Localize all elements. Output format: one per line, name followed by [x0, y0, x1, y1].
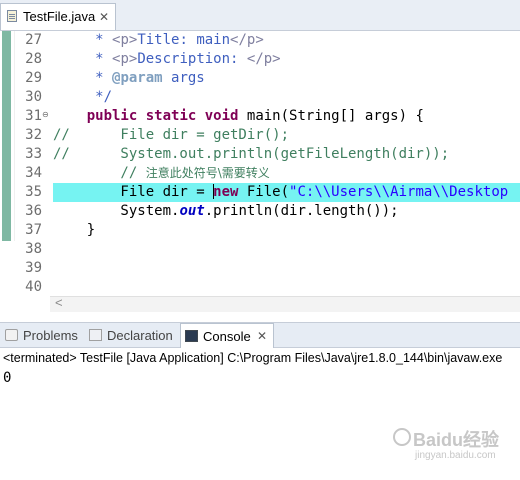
code-token: } [53, 222, 96, 238]
code-token: .println(dir.length()); [204, 203, 399, 219]
code-text[interactable]: * <p>Title: main</p> [53, 31, 520, 50]
code-text[interactable] [53, 278, 520, 297]
code-line[interactable]: 33 // System.out.println(getFileLength(di… [0, 145, 520, 164]
line-number: 40 [25, 279, 42, 295]
code-text[interactable]: } [53, 221, 520, 240]
line-number: 32 [25, 127, 42, 143]
scroll-left-arrow-icon[interactable]: < [55, 295, 63, 310]
code-token: args [162, 70, 205, 86]
line-number: 36 [25, 203, 42, 219]
code-text[interactable] [53, 240, 520, 259]
close-icon[interactable]: ✕ [257, 324, 267, 349]
code-token: main(String[] args) { [238, 108, 424, 124]
java-file-icon [7, 10, 17, 22]
code-line[interactable]: 32 // File dir = getDir(); [0, 126, 520, 145]
tab-declaration[interactable]: Declaration [89, 323, 181, 348]
tab-testfile-java[interactable]: TestFile.java ✕ [0, 3, 116, 30]
panel-tab-bar: Problems Declaration Console ✕ [0, 322, 520, 348]
tab-title: TestFile.java [23, 9, 96, 24]
line-number: 28 [25, 51, 42, 67]
code-token: </p> [246, 51, 281, 67]
line-number: 33 [25, 146, 42, 162]
code-token: File dir = [53, 184, 214, 200]
code-text[interactable]: // System.out.println(getFileLength(dir)… [53, 145, 520, 164]
code-token: // System.out.println(getFileLength(dir)… [53, 146, 450, 162]
problems-icon [5, 329, 18, 341]
line-number: 35 [25, 184, 42, 200]
code-token: public [86, 108, 138, 124]
code-token: * [53, 51, 113, 67]
code-line[interactable]: 35 File dir = new File("C:\\Users\\Airma… [0, 183, 520, 202]
code-token: System. [53, 203, 180, 219]
code-token: <p> [112, 32, 138, 48]
code-token: 注意此处符号\需要转义 [145, 166, 270, 180]
horizontal-scrollbar[interactable]: < [50, 295, 520, 312]
console-output[interactable]: 0 [3, 369, 11, 387]
code-token: new [213, 184, 239, 200]
code-line[interactable]: 40 [0, 278, 520, 297]
code-token: "C:\\Users\\Airma\\Desktop [289, 184, 509, 200]
code-text[interactable]: // File dir = getDir(); [53, 126, 520, 145]
code-line[interactable]: 34 // 注意此处符号\需要转义 [0, 164, 520, 183]
console-icon [185, 330, 198, 342]
code-line[interactable]: 38 [0, 240, 520, 259]
code-token: @param [112, 70, 163, 86]
code-text[interactable]: File dir = new File("C:\\Users\\Airma\\D… [53, 183, 520, 202]
code-text[interactable]: // 注意此处符号\需要转义 [53, 164, 520, 183]
code-text[interactable]: System.out.println(dir.length()); [53, 202, 520, 221]
paw-logo-icon [393, 428, 411, 446]
code-line[interactable]: 27 * <p>Title: main</p> [0, 31, 520, 50]
code-text[interactable]: public static void main(String[] args) { [53, 107, 520, 126]
code-token: * [53, 32, 113, 48]
tab-declaration-label: Declaration [107, 328, 173, 343]
declaration-icon [89, 329, 102, 341]
line-number: 29 [25, 70, 42, 86]
code-token: * [53, 70, 113, 86]
tab-problems[interactable]: Problems [5, 323, 85, 348]
line-number: 38 [25, 241, 42, 257]
code-text[interactable]: */ [53, 88, 520, 107]
editor-tab-bar: TestFile.java ✕ [0, 0, 520, 31]
code-line[interactable]: 29 * @param args [0, 69, 520, 88]
console-status-line: <terminated> TestFile [Java Application]… [3, 351, 503, 365]
code-token: static [145, 108, 197, 124]
code-token: File( [238, 184, 290, 200]
line-number: 31 [25, 108, 42, 124]
code-line[interactable]: 28 * <p>Description: </p> [0, 50, 520, 69]
fold-collapse-icon[interactable]: ⊖ [42, 110, 49, 119]
code-token: void [204, 108, 239, 124]
code-line[interactable]: 36 System.out.println(dir.length()); [0, 202, 520, 221]
code-token: <p> [112, 51, 138, 67]
code-token: </p> [230, 32, 264, 48]
code-line[interactable]: 31 ⊖ public static void main(String[] arg… [0, 107, 520, 126]
code-token: Description: [137, 51, 247, 67]
watermark-url: jingyan.baidu.com [415, 450, 496, 461]
watermark-title: Baidu经验 [413, 430, 500, 450]
tab-problems-label: Problems [23, 328, 78, 343]
line-number: 34 [25, 165, 42, 181]
code-line[interactable]: 39 [0, 259, 520, 278]
line-number: 37 [25, 222, 42, 238]
tab-console-label: Console [203, 329, 251, 344]
tab-console[interactable]: Console ✕ [180, 323, 274, 348]
code-token: // [53, 165, 146, 181]
code-token: out [179, 203, 205, 219]
line-number: 27 [25, 32, 42, 48]
baidu-watermark: Baidu经验 jingyan.baidu.com [393, 426, 515, 468]
code-text[interactable]: * <p>Description: </p> [53, 50, 520, 69]
close-icon[interactable]: ✕ [99, 10, 109, 24]
code-editor[interactable]: 27 * <p>Title: main</p> 28 * <p>Descripti… [0, 31, 520, 296]
code-text[interactable] [53, 259, 520, 278]
code-line[interactable]: 37 } [0, 221, 520, 240]
line-number: 30 [25, 89, 42, 105]
code-token: */ [53, 89, 113, 105]
code-token: Title: main [137, 32, 231, 48]
code-line[interactable]: 30 */ [0, 88, 520, 107]
code-text[interactable]: * @param args [53, 69, 520, 88]
code-token: // File dir = getDir(); [53, 127, 290, 143]
line-number: 39 [25, 260, 42, 276]
